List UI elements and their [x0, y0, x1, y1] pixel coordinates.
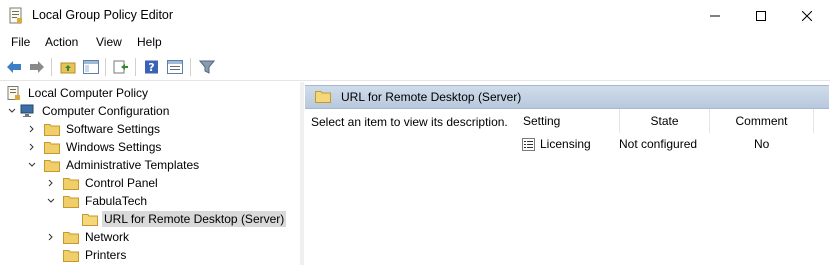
menu-bar: File Action View Help — [0, 31, 830, 53]
tree-item-label: Computer Configuration — [42, 104, 170, 118]
state-value: Not configured — [619, 137, 698, 151]
menu-help[interactable]: Help — [137, 35, 162, 49]
help-button[interactable]: ? — [142, 57, 162, 77]
column-header-label: Setting — [523, 114, 561, 128]
tree-item-computer-configuration[interactable]: Computer Configuration — [6, 102, 171, 120]
tree-item-network[interactable]: Network — [45, 228, 131, 246]
forward-button[interactable] — [27, 57, 47, 77]
close-icon — [802, 10, 812, 21]
back-icon — [7, 61, 21, 73]
tree-item-root[interactable]: Local Computer Policy — [0, 84, 150, 102]
column-header-label: State — [650, 114, 679, 128]
tree-item-label: Windows Settings — [66, 140, 162, 154]
properties-button[interactable] — [165, 57, 185, 77]
tree-item-label: Network — [85, 230, 130, 244]
comment-value: No — [754, 137, 770, 151]
details-header: URL for Remote Desktop (Server) — [305, 85, 829, 109]
tree-item-label: Local Computer Policy — [28, 86, 149, 100]
folder-icon — [315, 91, 331, 103]
toolbar: ? — [0, 54, 830, 81]
properties-icon — [167, 60, 183, 74]
minimize-icon — [710, 15, 720, 16]
column-header-state[interactable]: State — [620, 109, 710, 133]
table-row[interactable]: Licensing — [522, 135, 591, 153]
forward-icon — [30, 61, 44, 73]
chevron-right-icon[interactable] — [26, 120, 38, 138]
up-folder-icon — [60, 62, 76, 74]
tree-item-fabulatech[interactable]: FabulaTech — [45, 192, 149, 210]
tree-item-label: Printers — [85, 248, 127, 262]
setting-name: Licensing — [540, 137, 591, 151]
description-text: Select an item to view its description. — [311, 115, 508, 129]
column-header-comment[interactable]: Comment — [710, 109, 814, 133]
setting-state: Not configured — [619, 135, 697, 153]
folder-open-icon — [82, 214, 98, 226]
tree-item-label: FabulaTech — [85, 194, 148, 208]
tree-item-software-settings[interactable]: Software Settings — [26, 120, 162, 138]
title-bar: Local Group Policy Editor — [0, 0, 830, 31]
up-folder-button[interactable] — [58, 57, 78, 77]
filter-button[interactable] — [197, 57, 217, 77]
folder-icon — [44, 160, 60, 172]
computer-icon — [20, 104, 34, 117]
show-hide-tree-icon — [83, 60, 99, 74]
chevron-down-icon[interactable] — [6, 102, 18, 120]
export-list-button[interactable] — [111, 57, 131, 77]
tree-item-control-panel[interactable]: Control Panel — [45, 174, 160, 192]
filter-icon — [199, 60, 215, 74]
folder-icon — [44, 142, 60, 154]
details-header-title: URL for Remote Desktop (Server) — [341, 90, 522, 104]
setting-comment: No — [754, 135, 769, 153]
tree-item-windows-settings[interactable]: Windows Settings — [26, 138, 163, 156]
folder-icon — [63, 250, 79, 262]
tree-item-label: URL for Remote Desktop (Server) — [102, 211, 287, 227]
tree-item-administrative-templates[interactable]: Administrative Templates — [26, 156, 201, 174]
policy-editor-icon — [9, 7, 22, 24]
close-button[interactable] — [784, 0, 830, 31]
menu-action[interactable]: Action — [45, 35, 78, 49]
help-icon: ? — [145, 60, 158, 74]
menu-view[interactable]: View — [96, 35, 122, 49]
folder-icon — [63, 232, 79, 244]
minimize-button[interactable] — [692, 0, 738, 31]
back-button[interactable] — [4, 57, 24, 77]
tree-item-printers[interactable]: Printers — [45, 246, 128, 264]
chevron-right-icon[interactable] — [45, 228, 57, 246]
tree-item-url-remote-desktop[interactable]: URL for Remote Desktop (Server) — [64, 210, 287, 228]
svg-text:?: ? — [148, 61, 154, 74]
pane-splitter[interactable] — [300, 82, 304, 265]
window-title: Local Group Policy Editor — [32, 8, 174, 22]
setting-icon — [522, 137, 535, 151]
tree-pane[interactable]: Local Computer Policy Computer Configura… — [0, 82, 301, 265]
folder-icon — [44, 124, 60, 136]
chevron-down-icon[interactable] — [26, 156, 38, 174]
policy-document-icon — [7, 86, 20, 100]
folder-icon — [63, 196, 79, 208]
column-header-label: Comment — [735, 114, 788, 128]
chevron-right-icon[interactable] — [26, 138, 38, 156]
menu-file[interactable]: File — [11, 35, 30, 49]
column-header-setting[interactable]: Setting — [517, 109, 620, 133]
chevron-right-icon[interactable] — [45, 174, 57, 192]
tree-item-label: Software Settings — [66, 122, 161, 136]
folder-icon — [63, 178, 79, 190]
export-list-icon — [113, 60, 128, 74]
details-pane: URL for Remote Desktop (Server) Select a… — [305, 82, 830, 265]
chevron-down-icon[interactable] — [45, 192, 57, 210]
tree-item-label: Administrative Templates — [66, 158, 200, 172]
maximize-icon — [756, 10, 766, 21]
maximize-button[interactable] — [738, 0, 784, 31]
show-hide-tree-button[interactable] — [81, 57, 101, 77]
tree-item-label: Control Panel — [85, 176, 158, 190]
